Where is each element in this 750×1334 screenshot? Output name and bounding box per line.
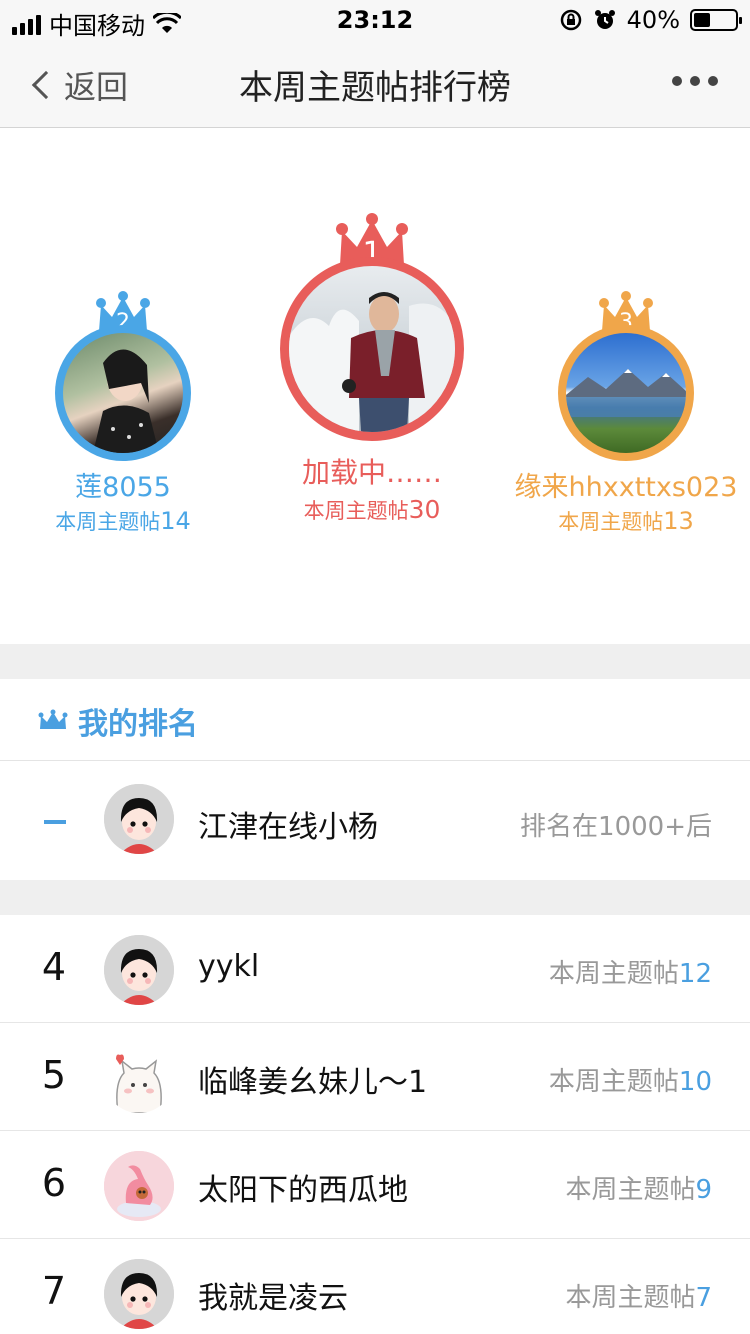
avatar[interactable]	[558, 325, 694, 461]
avatar[interactable]	[104, 1043, 174, 1113]
my-rank-title: 我的排名	[78, 707, 198, 742]
stat-value: 13	[663, 507, 694, 535]
post-count: 本周主题帖12	[549, 953, 712, 990]
avatar[interactable]	[104, 1259, 174, 1329]
podium-third-stat: 本周主题帖13	[510, 506, 742, 536]
stat-label: 本周主题帖	[55, 510, 161, 534]
landscape-photo	[566, 369, 686, 417]
podium-second-name: 莲8055	[75, 472, 171, 503]
avatar[interactable]	[104, 1151, 174, 1221]
podium-third[interactable]: 3 缘来hhxxttxs023 本周主题帖13	[510, 291, 742, 536]
podium-first[interactable]: 1 加载中…… 本周主题帖30	[272, 213, 472, 525]
list-item[interactable]: 7 我就是凌云 本周主题帖7	[0, 1239, 750, 1334]
user-name: 我就是凌云	[198, 1281, 348, 1316]
podium-first-name: 加载中……	[301, 456, 442, 489]
nav-bar: 返回 本周主题帖排行榜	[0, 40, 750, 128]
user-name: 太阳下的西瓜地	[198, 1173, 408, 1208]
more-icon[interactable]	[672, 76, 718, 86]
status-bar: 中国移动 23:12 40%	[0, 0, 750, 40]
my-rank-row[interactable]: 江津在线小杨 排名在1000+后	[0, 762, 750, 880]
orientation-lock-icon	[560, 9, 581, 31]
avatar[interactable]	[104, 784, 174, 854]
stat-value: 14	[160, 507, 191, 535]
stat-value: 10	[678, 1067, 712, 1097]
stat-value: 9	[695, 1175, 712, 1205]
stat-value: 12	[678, 959, 712, 989]
rank-number: 5	[41, 1053, 67, 1097]
podium-first-stat: 本周主题帖30	[272, 495, 472, 525]
crown-icon	[38, 709, 68, 729]
user-name: yykl	[198, 949, 260, 984]
post-count: 本周主题帖7	[565, 1277, 712, 1314]
battery-percent: 40%	[626, 6, 680, 34]
stat-label: 本周主题帖	[565, 1283, 696, 1313]
my-rank-name: 江津在线小杨	[198, 810, 378, 845]
list-item[interactable]: 6 太阳下的西瓜地 本周主题帖9	[0, 1131, 750, 1239]
stat-value: 30	[408, 495, 441, 524]
stat-value: 7	[695, 1283, 712, 1313]
podium-second-stat: 本周主题帖14	[42, 506, 204, 536]
post-count: 本周主题帖10	[549, 1061, 712, 1098]
stat-label: 本周主题帖	[548, 959, 679, 989]
podium-second[interactable]: 2 莲8055 本周主题帖14	[42, 291, 204, 536]
my-rank-text: 排名在1000+后	[520, 812, 712, 842]
avatar[interactable]	[104, 935, 174, 1005]
stat-label: 本周主题帖	[548, 1067, 679, 1097]
avatar[interactable]	[280, 257, 464, 441]
rank-number: 6	[41, 1161, 67, 1205]
stat-label: 本周主题帖	[303, 499, 409, 523]
list-item[interactable]: 4 yykl 本周主题帖12	[0, 915, 750, 1023]
avatar[interactable]	[55, 325, 191, 461]
rank-dash	[44, 820, 66, 824]
list-item[interactable]: 5 临峰姜幺妹儿～1 本周主题帖10	[0, 1023, 750, 1131]
page-title: 本周主题帖排行榜	[239, 68, 511, 108]
stat-label: 本周主题帖	[558, 510, 664, 534]
battery-icon	[690, 9, 742, 31]
stat-label: 本周主题帖	[565, 1175, 696, 1205]
podium-third-name: 缘来hhxxttxs023	[514, 472, 738, 503]
person-photo	[289, 292, 455, 432]
section-divider	[0, 880, 750, 915]
my-rank-header: 我的排名	[0, 679, 750, 761]
person-photo	[93, 349, 159, 453]
user-name: 临峰姜幺妹儿～1	[198, 1065, 428, 1100]
rank-number: 7	[41, 1269, 67, 1313]
post-count: 本周主题帖9	[565, 1169, 712, 1206]
podium: 2 莲8055 本周主题帖14 1 加载中…… 本周主题帖30 3 缘来hhxx…	[0, 129, 750, 644]
alarm-icon	[594, 10, 615, 29]
rank-number: 4	[41, 945, 67, 989]
section-divider	[0, 644, 750, 679]
